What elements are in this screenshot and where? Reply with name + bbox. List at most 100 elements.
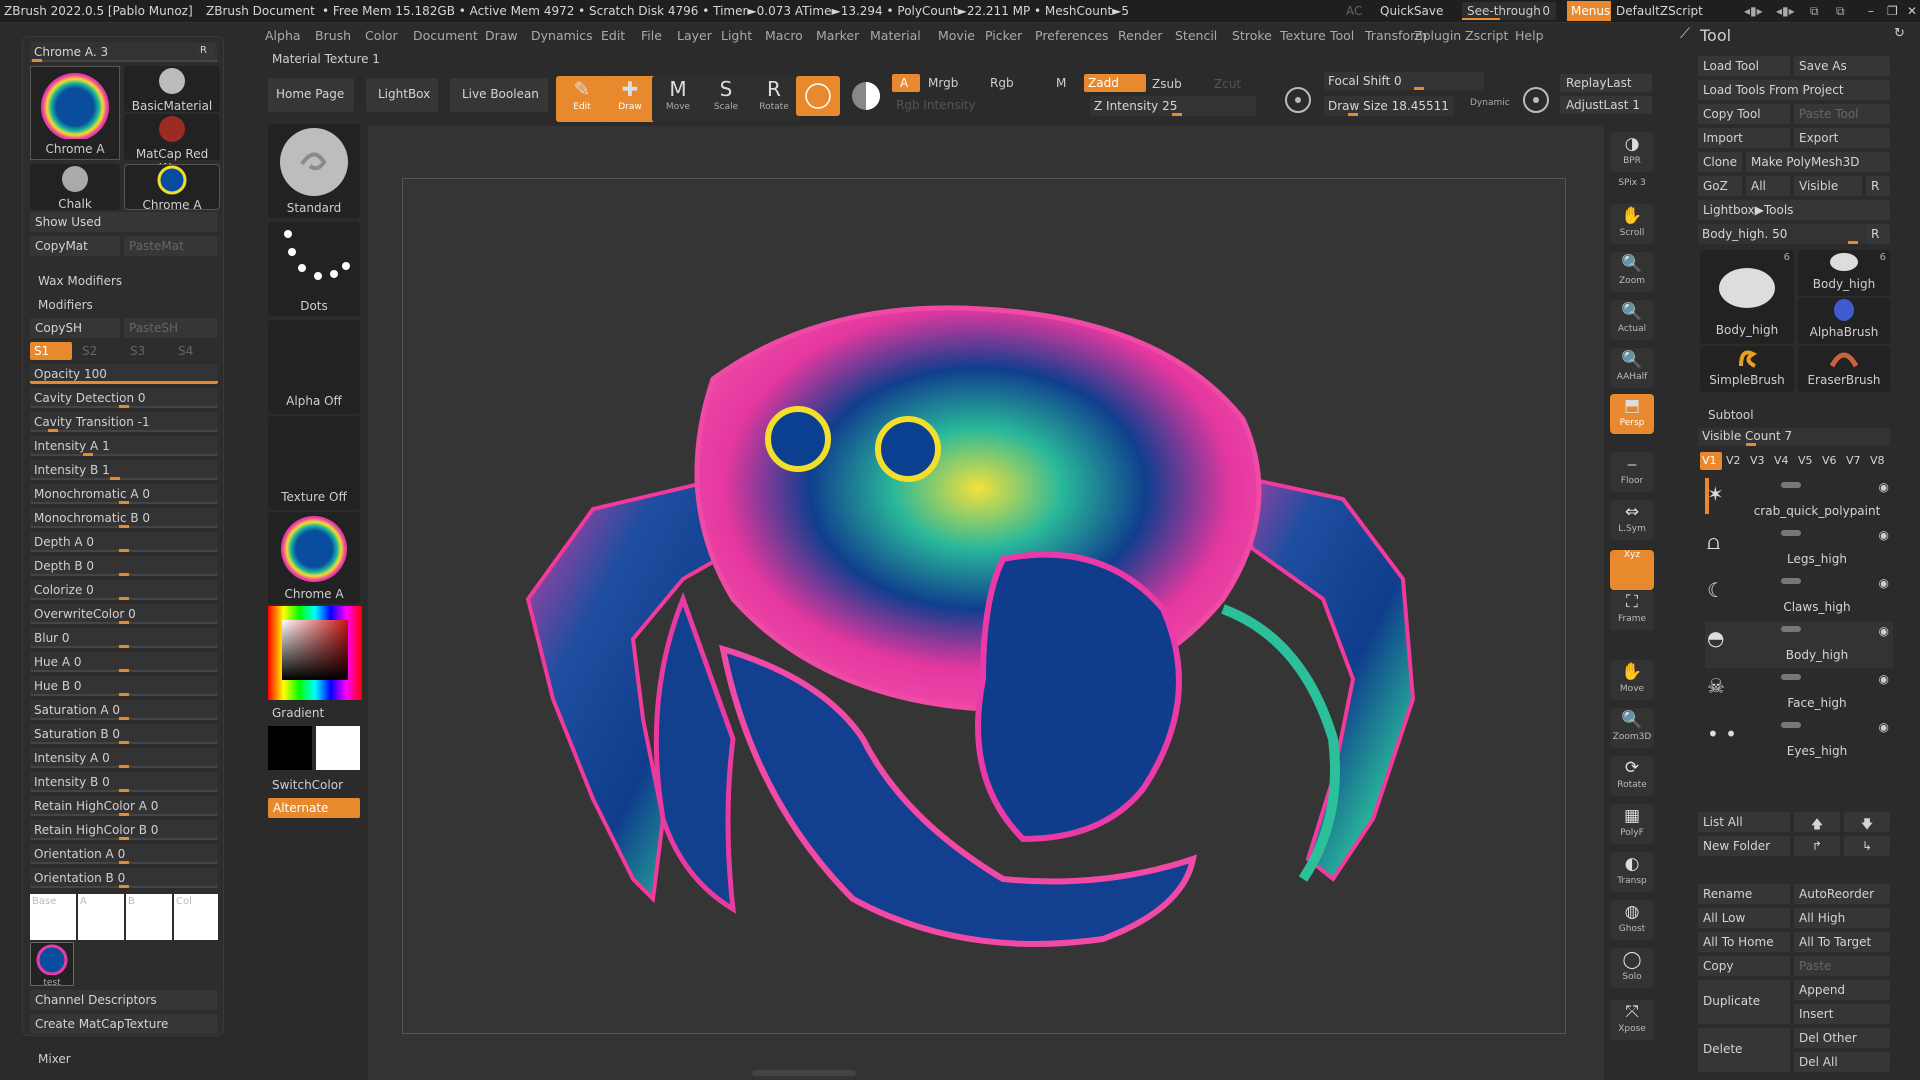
tool-rotate-button[interactable]: R Rotate (748, 76, 800, 122)
modifier-slider-19[interactable]: Retain HighColor B 0 (30, 820, 218, 840)
modifier-slider-16[interactable]: Intensity A 0 (30, 748, 218, 768)
copy-button[interactable]: Copy (1698, 956, 1790, 976)
s2-tab[interactable]: S2 (82, 344, 97, 358)
move-down-arrow-icon[interactable]: 🡇 (1844, 812, 1890, 832)
modifier-slider-3[interactable]: Intensity A 1 (30, 436, 218, 456)
canvas-area[interactable] (368, 126, 1604, 1080)
col-swatch[interactable]: Col (174, 894, 218, 940)
shelf-ghost[interactable]: ◍ Ghost (1610, 900, 1654, 940)
dynamic-toggle[interactable]: Dynamic (1470, 98, 1510, 108)
goz-all-button[interactable]: All (1746, 176, 1790, 196)
modifier-slider-13[interactable]: Hue B 0 (30, 676, 218, 696)
layout-arrows-icon-2[interactable]: ◂▮▸ (1776, 4, 1795, 18)
menu-light[interactable]: Light (721, 28, 752, 43)
tool-thumb-eraserbrush[interactable]: EraserBrush (1798, 346, 1890, 392)
close-icon[interactable]: ✕ (1907, 4, 1917, 18)
subtool-2-eye-icon[interactable]: ◉ (1879, 576, 1889, 590)
shelf-transp[interactable]: ◐ Transp (1610, 852, 1654, 892)
modifier-slider-17[interactable]: Intensity B 0 (30, 772, 218, 792)
modifier-slider-18[interactable]: Retain HighColor A 0 (30, 796, 218, 816)
save-as-button[interactable]: Save As (1794, 56, 1890, 76)
menu-zplugin[interactable]: Zplugin (1414, 28, 1461, 43)
layout-arrows-icon[interactable]: ◂▮▸ (1744, 4, 1763, 18)
modifiers-header[interactable]: Modifiers (38, 298, 93, 312)
menu-tool[interactable]: Tool (1330, 28, 1354, 43)
modifier-slider-6[interactable]: Monochromatic B 0 (30, 508, 218, 528)
shelf-xyz[interactable]: Xyz (1610, 550, 1654, 590)
v-tab-6[interactable]: V6 (1820, 452, 1842, 470)
tool-scale-button[interactable]: S Scale (700, 76, 752, 122)
crab-model-icon[interactable] (403, 179, 1567, 1035)
quicksave-button[interactable]: QuickSave (1380, 4, 1443, 18)
modifier-slider-1[interactable]: Cavity Detection 0 (30, 388, 218, 408)
tool-move-button[interactable]: M Move (652, 76, 704, 122)
shelf-spix-3[interactable]: SPix 3 (1610, 178, 1654, 200)
menu-alpha[interactable]: Alpha (265, 28, 301, 43)
base-swatch[interactable]: Base (30, 894, 76, 940)
tool-edit-button[interactable]: ✎ Edit (556, 76, 608, 122)
v-tab-2[interactable]: V2 (1724, 452, 1746, 470)
window-tile-icon-2[interactable]: ⧉ (1836, 4, 1845, 19)
lightbox-tools-button[interactable]: Lightbox▶Tools (1698, 200, 1890, 220)
subtool-row-2[interactable]: ☾ ◉ Claws_high (1705, 574, 1893, 620)
shelf-xpose[interactable]: ⤧ Xpose (1610, 1000, 1654, 1040)
menu-stencil[interactable]: Stencil (1175, 28, 1217, 43)
test-matcap-thumb[interactable]: test (30, 942, 74, 988)
paste-button[interactable]: Paste (1794, 956, 1890, 976)
autoreorder-button[interactable]: AutoReorder (1794, 884, 1890, 904)
copysh-button[interactable]: CopySH (30, 318, 120, 338)
modifier-slider-0[interactable]: Opacity 100 (30, 364, 218, 384)
shelf-move[interactable]: ✋ Move (1610, 660, 1654, 700)
modifier-slider-14[interactable]: Saturation A 0 (30, 700, 218, 720)
brush-standard[interactable]: Standard (268, 124, 360, 218)
modifier-slider-7[interactable]: Depth A 0 (30, 532, 218, 552)
material-chalk-thumb[interactable]: Chalk (30, 164, 120, 211)
menus-button[interactable]: Menus (1567, 1, 1611, 21)
duplicate-button[interactable]: Duplicate (1698, 980, 1790, 1024)
rgb-intensity-slider[interactable]: Rgb Intensity (896, 98, 976, 112)
copymat-button[interactable]: CopyMat (30, 236, 120, 256)
visible-count-slider[interactable]: Visible Count 7 (1698, 428, 1890, 446)
folder-arrow-icon[interactable]: ↱ (1794, 836, 1840, 856)
tool-thumb-body-high-small[interactable]: 6 Body_high (1798, 250, 1890, 296)
menu-preferences[interactable]: Preferences (1035, 28, 1109, 43)
clone-button[interactable]: Clone (1698, 152, 1742, 172)
move-up-arrow-icon[interactable]: 🡅 (1794, 812, 1840, 832)
modifier-slider-21[interactable]: Orientation B 0 (30, 868, 218, 888)
subtool-5-eye-icon[interactable]: ◉ (1879, 720, 1889, 734)
subtool-3-toggle[interactable] (1781, 626, 1801, 632)
shelf-persp[interactable]: ⬒ Persp (1610, 394, 1654, 434)
menu-edit[interactable]: Edit (601, 28, 625, 43)
new-folder-button[interactable]: New Folder (1698, 836, 1790, 856)
tool-panel-refresh-icon[interactable]: ↻ (1894, 26, 1905, 41)
paste-tool-button[interactable]: Paste Tool (1794, 104, 1890, 124)
subtool-1-eye-icon[interactable]: ◉ (1879, 528, 1889, 542)
modifier-slider-20[interactable]: Orientation A 0 (30, 844, 218, 864)
mixer-header[interactable]: Mixer (38, 1052, 71, 1066)
menu-brush[interactable]: Brush (315, 28, 351, 43)
pastemat-button[interactable]: PasteMat (124, 236, 218, 256)
subtool-row-3[interactable]: ◓ ◉ Body_high (1705, 622, 1893, 668)
tool-expand-icon[interactable]: ⟋ (1680, 26, 1690, 42)
shelf-aahalf[interactable]: 🔍 AAHalf (1610, 348, 1654, 388)
menu-layer[interactable]: Layer (677, 28, 712, 43)
menu-draw[interactable]: Draw (485, 28, 518, 43)
a-channel-button[interactable]: A (892, 74, 920, 92)
rename-button[interactable]: Rename (1698, 884, 1790, 904)
menu-macro[interactable]: Macro (765, 28, 803, 43)
all-low-button[interactable]: All Low (1698, 908, 1790, 928)
subtool-row-5[interactable]: • • ◉ Eyes_high (1705, 718, 1893, 764)
modifier-slider-5[interactable]: Monochromatic A 0 (30, 484, 218, 504)
shelf-actual[interactable]: 🔍 Actual (1610, 300, 1654, 340)
goz-r-button[interactable]: R (1866, 176, 1890, 196)
shelf-zoom[interactable]: 🔍 Zoom (1610, 252, 1654, 292)
modifier-slider-4[interactable]: Intensity B 1 (30, 460, 218, 480)
mrgb-button[interactable]: Mrgb (928, 76, 958, 90)
s4-tab[interactable]: S4 (178, 344, 193, 358)
load-tool-button[interactable]: Load Tool (1698, 56, 1790, 76)
draw-size-slider[interactable]: Draw Size 18.45511 (1324, 96, 1454, 116)
a-swatch[interactable]: A (78, 894, 124, 940)
replay-last-button[interactable]: ReplayLast (1560, 74, 1652, 92)
subtool-3-eye-icon[interactable]: ◉ (1879, 624, 1889, 638)
export-button[interactable]: Export (1794, 128, 1890, 148)
